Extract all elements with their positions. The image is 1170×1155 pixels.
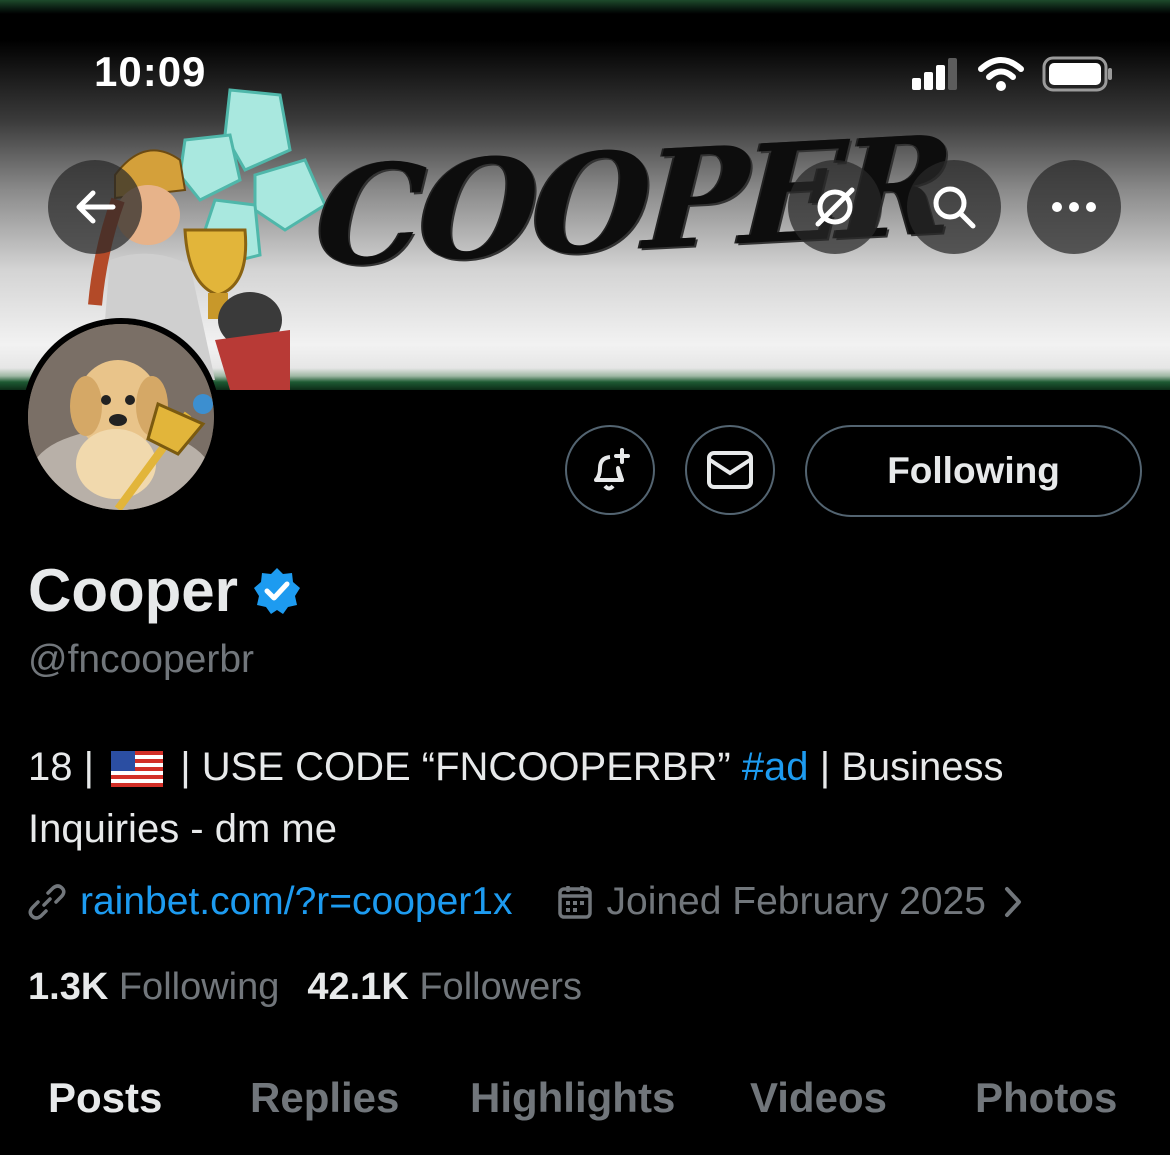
tab-videos[interactable]: Videos: [750, 1074, 887, 1122]
profile-website-link[interactable]: rainbet.com/?r=cooper1x: [80, 880, 513, 924]
status-time: 10:09: [94, 48, 207, 95]
name-row: Cooper: [28, 556, 302, 625]
verified-badge-icon[interactable]: [252, 566, 302, 616]
message-button[interactable]: [685, 425, 775, 515]
grok-icon: [815, 187, 855, 227]
more-options-button[interactable]: [1027, 160, 1121, 254]
tab-photos[interactable]: Photos: [975, 1074, 1117, 1122]
avatar[interactable]: [22, 318, 220, 516]
tab-highlights[interactable]: Highlights: [470, 1074, 675, 1122]
user-handle: @fncooperbr: [28, 638, 255, 681]
following-button[interactable]: Following: [805, 425, 1142, 517]
tab-replies[interactable]: Replies: [250, 1074, 399, 1122]
display-name: Cooper: [28, 557, 238, 624]
us-flag-icon: [111, 751, 164, 788]
following-count: 1.3K: [28, 966, 109, 1008]
bell-plus-icon: [594, 448, 630, 491]
search-button[interactable]: [907, 160, 1001, 254]
joined-date: Joined February 2025: [606, 880, 986, 923]
calendar-icon: [557, 886, 592, 919]
search-icon: [933, 186, 976, 229]
followers-count: 42.1K: [307, 966, 409, 1008]
link-icon: [28, 884, 66, 920]
bio: 18 | | USE CODE “FNCOOPERBR” #ad | Busin…: [28, 736, 1138, 860]
wifi-icon: [978, 57, 1024, 91]
back-button[interactable]: [48, 160, 142, 254]
bio-prefix: 18 |: [28, 745, 94, 789]
envelope-icon: [707, 451, 753, 489]
followers-label: Followers: [419, 966, 582, 1008]
tab-posts[interactable]: Posts: [48, 1074, 162, 1122]
followers-count-link[interactable]: 42.1K Followers: [307, 966, 582, 1009]
more-icon: [1052, 202, 1096, 212]
cellular-signal-icon: [912, 58, 957, 90]
back-arrow-icon: [76, 190, 116, 224]
bio-hashtag-link[interactable]: #ad: [742, 745, 809, 789]
notifications-button[interactable]: [565, 425, 655, 515]
battery-icon: [1042, 56, 1112, 92]
chevron-right-icon[interactable]: [1002, 885, 1024, 919]
profile-meta: rainbet.com/?r=cooper1x Joined February …: [28, 880, 1024, 924]
follow-counts: 1.3K Following 42.1K Followers: [28, 966, 582, 1009]
following-label: Following: [118, 966, 280, 1008]
avatar-image: [28, 324, 214, 510]
following-count-link[interactable]: 1.3K Following: [28, 966, 279, 1009]
grok-button[interactable]: [788, 160, 882, 254]
status-icons: [912, 56, 1114, 92]
bio-middle: | USE CODE “FNCOOPERBR”: [180, 745, 731, 789]
profile-tabs: Posts Replies Highlights Videos Photos: [0, 1074, 1170, 1134]
